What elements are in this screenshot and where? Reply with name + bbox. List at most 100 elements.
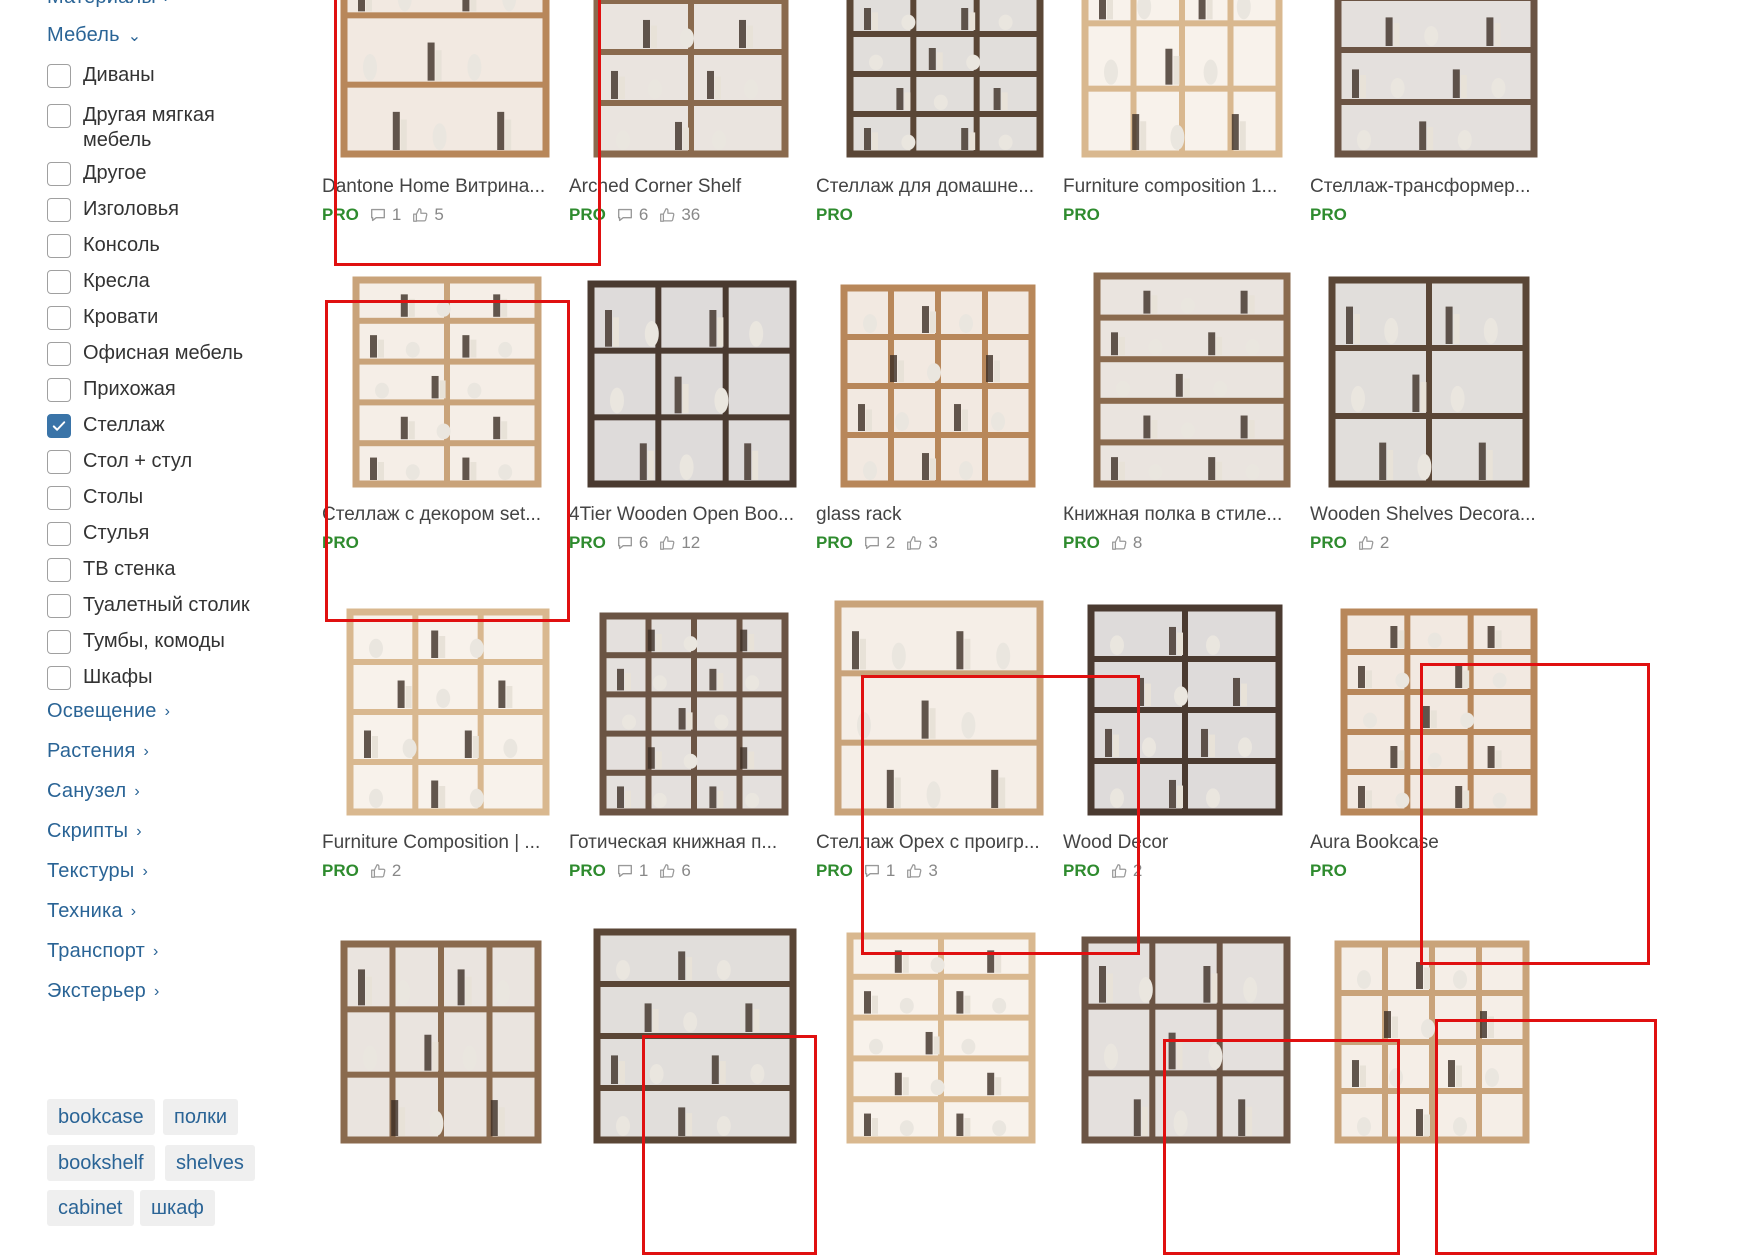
product-thumbnail[interactable] bbox=[1310, 258, 1556, 498]
category-link[interactable]: Санузел › bbox=[47, 780, 140, 803]
product-title[interactable]: Стеллаж-трансформер... bbox=[1310, 176, 1531, 198]
furniture-filter-item[interactable]: Другое bbox=[47, 161, 273, 186]
product-title[interactable]: Dantone Home Витрина... bbox=[322, 176, 545, 198]
product-thumbnail[interactable] bbox=[569, 258, 815, 498]
product-thumbnail[interactable] bbox=[1063, 258, 1309, 498]
product-thumbnail[interactable] bbox=[816, 586, 1062, 826]
furniture-filter-item[interactable]: Офисная мебель bbox=[47, 341, 273, 366]
product-title[interactable]: glass rack bbox=[816, 504, 902, 526]
tag-chip[interactable]: шкаф bbox=[140, 1190, 215, 1226]
furniture-filter-item[interactable]: Кровати bbox=[47, 305, 273, 330]
furniture-filter-item[interactable]: Другая мягкая мебель bbox=[47, 103, 273, 153]
furniture-filter-item[interactable]: Столы bbox=[47, 485, 273, 510]
product-thumbnail[interactable] bbox=[816, 258, 1062, 498]
checkbox[interactable] bbox=[47, 64, 71, 88]
product-thumbnail[interactable] bbox=[322, 0, 568, 168]
tag-chip[interactable]: bookcase bbox=[47, 1099, 155, 1135]
pro-badge: PRO bbox=[322, 533, 359, 552]
furniture-filter-item[interactable]: Изголовья bbox=[47, 197, 273, 222]
checkbox[interactable] bbox=[47, 666, 71, 690]
category-link[interactable]: Техника › bbox=[47, 900, 136, 923]
product-thumbnail[interactable] bbox=[816, 0, 1062, 168]
checkbox[interactable] bbox=[47, 270, 71, 294]
checkbox[interactable] bbox=[47, 594, 71, 618]
like-count-value: 2 bbox=[1132, 861, 1143, 880]
checkbox[interactable] bbox=[47, 630, 71, 654]
product-title[interactable]: Furniture Composition | ... bbox=[322, 832, 540, 854]
product-title[interactable]: Wood Decor bbox=[1063, 832, 1168, 854]
comment-icon bbox=[617, 208, 632, 222]
product-thumbnail[interactable] bbox=[1310, 914, 1556, 1154]
tag-chip[interactable]: cabinet bbox=[47, 1190, 134, 1226]
category-link[interactable]: Текстуры › bbox=[47, 860, 148, 883]
furniture-filter-item[interactable]: Шкафы bbox=[47, 665, 273, 690]
product-title[interactable]: Готическая книжная п... bbox=[569, 832, 777, 854]
product-thumbnail[interactable] bbox=[1310, 0, 1556, 168]
checkbox[interactable] bbox=[47, 104, 71, 128]
category-link[interactable]: Экстерьер › bbox=[47, 980, 160, 1003]
comment-icon bbox=[864, 864, 879, 878]
category-materials[interactable]: Материалы › bbox=[47, 0, 169, 9]
checkbox[interactable] bbox=[47, 342, 71, 366]
product-thumbnail[interactable] bbox=[322, 914, 568, 1154]
pro-badge: PRO bbox=[569, 861, 606, 880]
category-link[interactable]: Освещение › bbox=[47, 700, 170, 723]
product-thumbnail[interactable] bbox=[569, 586, 815, 826]
product-title[interactable]: Furniture composition 1... bbox=[1063, 176, 1277, 198]
tag-chip[interactable]: shelves bbox=[165, 1145, 255, 1181]
checkbox[interactable] bbox=[47, 450, 71, 474]
furniture-filter-item[interactable]: Стулья bbox=[47, 521, 273, 546]
comment-count: 2 bbox=[863, 533, 895, 553]
furniture-filter-item[interactable]: Прихожая bbox=[47, 377, 273, 402]
product-thumbnail[interactable] bbox=[322, 586, 568, 826]
product-title[interactable]: Книжная полка в стиле... bbox=[1063, 504, 1282, 526]
product-thumbnail[interactable] bbox=[1063, 0, 1309, 168]
checkbox[interactable] bbox=[47, 198, 71, 222]
product-title[interactable]: Arched Corner Shelf bbox=[569, 176, 741, 198]
checkbox[interactable] bbox=[47, 234, 71, 258]
product-meta: PRO bbox=[1310, 205, 1347, 225]
checkbox[interactable] bbox=[47, 486, 71, 510]
furniture-filter-item[interactable]: Тумбы, комоды bbox=[47, 629, 273, 654]
furniture-filter-item[interactable]: Консоль bbox=[47, 233, 273, 258]
product-title[interactable]: 4Tier Wooden Open Boo... bbox=[569, 504, 794, 526]
product-thumbnail[interactable] bbox=[816, 914, 1062, 1154]
product-thumbnail[interactable] bbox=[1063, 914, 1309, 1154]
category-link[interactable]: Растения › bbox=[47, 740, 149, 763]
like-count: 12 bbox=[658, 533, 700, 553]
category-furniture[interactable]: Мебель ⌄ bbox=[47, 24, 141, 47]
category-label: Техника bbox=[47, 900, 123, 922]
product-thumbnail[interactable] bbox=[1063, 586, 1309, 826]
chevron-right-icon: › bbox=[143, 742, 150, 760]
checkbox[interactable] bbox=[47, 162, 71, 186]
product-grid: Dantone Home Витрина... PRO 1 5 Arched Corne… bbox=[322, 0, 1746, 1245]
category-link[interactable]: Скрипты › bbox=[47, 820, 142, 843]
checkbox[interactable] bbox=[47, 378, 71, 402]
product-thumbnail[interactable] bbox=[569, 0, 815, 168]
category-link[interactable]: Транспорт › bbox=[47, 940, 159, 963]
furniture-filter-item[interactable]: Кресла bbox=[47, 269, 273, 294]
product-title[interactable]: Aura Bookcase bbox=[1310, 832, 1439, 854]
pro-badge: PRO bbox=[1063, 861, 1100, 880]
like-count: 2 bbox=[1357, 533, 1389, 553]
product-title[interactable]: Стеллаж с декором set... bbox=[322, 504, 541, 526]
furniture-filter-item[interactable]: Стол + стул bbox=[47, 449, 273, 474]
checkbox[interactable] bbox=[47, 414, 71, 438]
comment-count-value: 1 bbox=[885, 861, 896, 880]
product-title[interactable]: Стеллаж для домашне... bbox=[816, 176, 1034, 198]
furniture-filter-item[interactable]: Диваны bbox=[47, 63, 273, 88]
checkbox[interactable] bbox=[47, 522, 71, 546]
product-title[interactable]: Стеллаж Opex с проигр... bbox=[816, 832, 1040, 854]
checkbox[interactable] bbox=[47, 558, 71, 582]
product-title[interactable]: Wooden Shelves Decora... bbox=[1310, 504, 1536, 526]
tag-chip[interactable]: bookshelf bbox=[47, 1145, 155, 1181]
product-thumbnail[interactable] bbox=[1310, 586, 1556, 826]
furniture-filter-item[interactable]: Туалетный столик bbox=[47, 593, 273, 618]
product-thumbnail[interactable] bbox=[322, 258, 568, 498]
furniture-filter-item[interactable]: Стеллаж bbox=[47, 413, 273, 438]
checkmark-icon bbox=[52, 421, 66, 431]
product-thumbnail[interactable] bbox=[569, 914, 815, 1154]
furniture-filter-item[interactable]: ТВ стенка bbox=[47, 557, 273, 582]
checkbox[interactable] bbox=[47, 306, 71, 330]
tag-chip[interactable]: полки bbox=[163, 1099, 239, 1135]
